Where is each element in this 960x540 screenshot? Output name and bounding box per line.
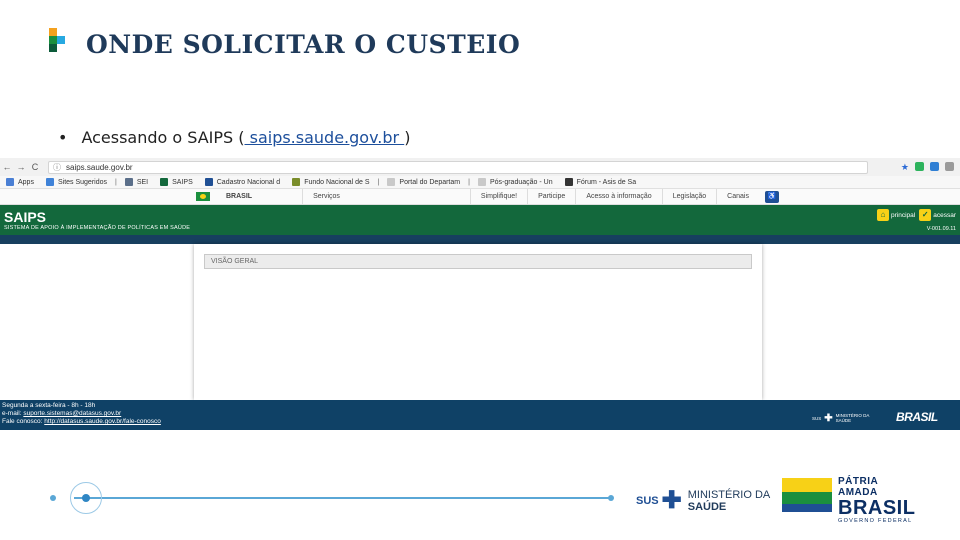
home-icon: ⌂: [877, 209, 890, 221]
bookmark-star-icon[interactable]: ★: [901, 162, 909, 173]
menu-icon[interactable]: [945, 161, 954, 171]
slide-title: ONDE SOLICITAR O CUSTEIO: [86, 30, 521, 59]
bookmark-sei[interactable]: SEI: [119, 178, 154, 186]
extension-icon[interactable]: [915, 161, 924, 171]
bookmark-icon: [160, 178, 169, 186]
address-url: saips.saude.gov.br: [66, 162, 133, 172]
gov-servicos-link[interactable]: Serviços: [302, 188, 350, 205]
info-icon[interactable]: ⓘ: [53, 162, 61, 173]
reload-icon[interactable]: C: [28, 162, 42, 172]
principal-button[interactable]: ⌂ principal: [877, 209, 915, 221]
bookmark-cadastro[interactable]: Cadastro Nacional d: [199, 178, 286, 186]
bookmark-icon: [564, 178, 573, 186]
gov-brasil-link[interactable]: BRASIL: [216, 189, 262, 205]
saips-content: VISÃO GERAL: [0, 244, 960, 400]
bookmark-icon: [292, 178, 301, 186]
bookmark-sites-sugeridos[interactable]: Sites Sugeridos: [40, 178, 113, 186]
forward-icon[interactable]: →: [14, 162, 28, 172]
sus-text: SUS: [636, 495, 659, 507]
slide-logo-icon: [49, 28, 67, 52]
footer-email-line: e-mail: suporte.sistemas@datasus.gov.br: [2, 410, 122, 417]
patria-text: PÁTRIA AMADA: [838, 476, 878, 498]
timeline-end-icon: [608, 495, 614, 501]
timeline-dot-icon: [50, 495, 56, 501]
footer-ministerio-logo: SUS ✚ MINISTÉRIO DA SAÚDE: [812, 412, 870, 424]
gov-link-participe[interactable]: Participe: [527, 188, 575, 205]
sus-ministerio-logo: SUS ✚ MINISTÉRIO DA SAÚDE: [636, 487, 771, 514]
bookmark-pos-graduacao[interactable]: Pós-graduação - Un: [472, 178, 559, 186]
acessar-button[interactable]: ✓ acessar: [919, 209, 956, 221]
sus-cross-icon: ✚: [661, 487, 682, 514]
patria-amada-logo: PÁTRIA AMADA BRASIL GOVERNO FEDERAL: [782, 476, 915, 524]
accessibility-icon[interactable]: ♿: [764, 190, 779, 203]
bookmark-saips[interactable]: SAIPS: [154, 178, 199, 186]
ministerio-text: MINISTÉRIO DA SAÚDE: [687, 489, 771, 513]
gov-bar: BRASIL Serviços Simplifique! Participe A…: [0, 188, 960, 205]
bullet-item: • Acessando o SAIPS ( saips.saude.gov.br …: [58, 128, 410, 147]
gov-link-canais[interactable]: Canais: [716, 188, 759, 205]
saips-screenshot: ← → C ⓘ saips.saude.gov.br ★ Apps Sites …: [0, 158, 960, 430]
bullet-text: Acessando o SAIPS (: [81, 128, 245, 147]
bullet-icon: •: [58, 128, 68, 147]
bookmark-fundo[interactable]: Fundo Nacional de S: [286, 178, 375, 186]
gov-link-legislacao[interactable]: Legislação: [661, 188, 716, 205]
skype-icon[interactable]: [930, 161, 939, 171]
bullet-close: ): [404, 128, 411, 147]
footer-contact-line: Fale conosco: http://datasus.saude.gov.b…: [2, 418, 161, 425]
patria-flag-icon: [782, 478, 832, 512]
gov-link-acesso[interactable]: Acesso à informação: [575, 188, 661, 205]
bookmark-forum[interactable]: Fórum - Asis de Sa: [559, 178, 643, 186]
footer-brasil-logo: BRASIL: [896, 410, 938, 424]
overview-panel: VISÃO GERAL: [194, 244, 762, 400]
governo-text: GOVERNO FEDERAL: [838, 518, 913, 524]
check-icon: ✓: [919, 209, 932, 221]
bookmark-icon: [387, 178, 396, 186]
gov-link-simplifique[interactable]: Simplifique!: [469, 188, 527, 205]
header-divider: [0, 235, 960, 244]
version-label: V-001.09.11: [926, 226, 956, 232]
sus-cross-icon: ✚: [824, 412, 833, 424]
back-icon[interactable]: ←: [0, 162, 14, 172]
brasil-text: BRASIL: [838, 497, 916, 519]
footer-contact-link[interactable]: http://datasus.saude.gov.br/fale-conosco: [44, 418, 161, 425]
bookmark-apps[interactable]: Apps: [0, 178, 40, 186]
overview-panel-title[interactable]: VISÃO GERAL: [204, 254, 752, 269]
saips-header: SAIPS SISTEMA DE APOIO À IMPLEMENTAÇÃO D…: [0, 205, 960, 235]
browser-extensions: ★: [901, 161, 960, 173]
apps-icon: [6, 178, 14, 186]
footer-email-link[interactable]: suporte.sistemas@datasus.gov.br: [23, 410, 121, 417]
saips-actions: ⌂ principal ✓ acessar: [877, 209, 956, 221]
footer-hours: Segunda a sexta-feira - 8h - 18h: [2, 402, 96, 409]
timeline-decoration: [44, 478, 624, 518]
address-bar[interactable]: ⓘ saips.saude.gov.br: [48, 160, 868, 174]
bookmark-icon: [124, 178, 133, 186]
saips-link[interactable]: saips.saude.gov.br: [245, 128, 405, 147]
bookmarks-bar: Apps Sites Sugeridos | SEI SAIPS Cadastr…: [0, 176, 960, 189]
bookmark-icon: [204, 178, 213, 186]
saips-footer: Segunda a sexta-feira - 8h - 18h e-mail:…: [0, 400, 960, 430]
timeline-line: [74, 497, 612, 499]
browser-toolbar: ← → C ⓘ saips.saude.gov.br ★: [0, 158, 960, 176]
bookmark-icon: [45, 178, 54, 186]
bookmark-icon: [477, 178, 486, 186]
saips-logo[interactable]: SAIPS: [4, 209, 46, 225]
bookmark-portal[interactable]: Portal do Departam: [381, 178, 466, 186]
saips-subtitle: SISTEMA DE APOIO À IMPLEMENTAÇÃO DE POLÍ…: [4, 225, 191, 231]
brazil-flag-icon: [196, 192, 210, 201]
timeline-target-icon: [70, 482, 102, 514]
